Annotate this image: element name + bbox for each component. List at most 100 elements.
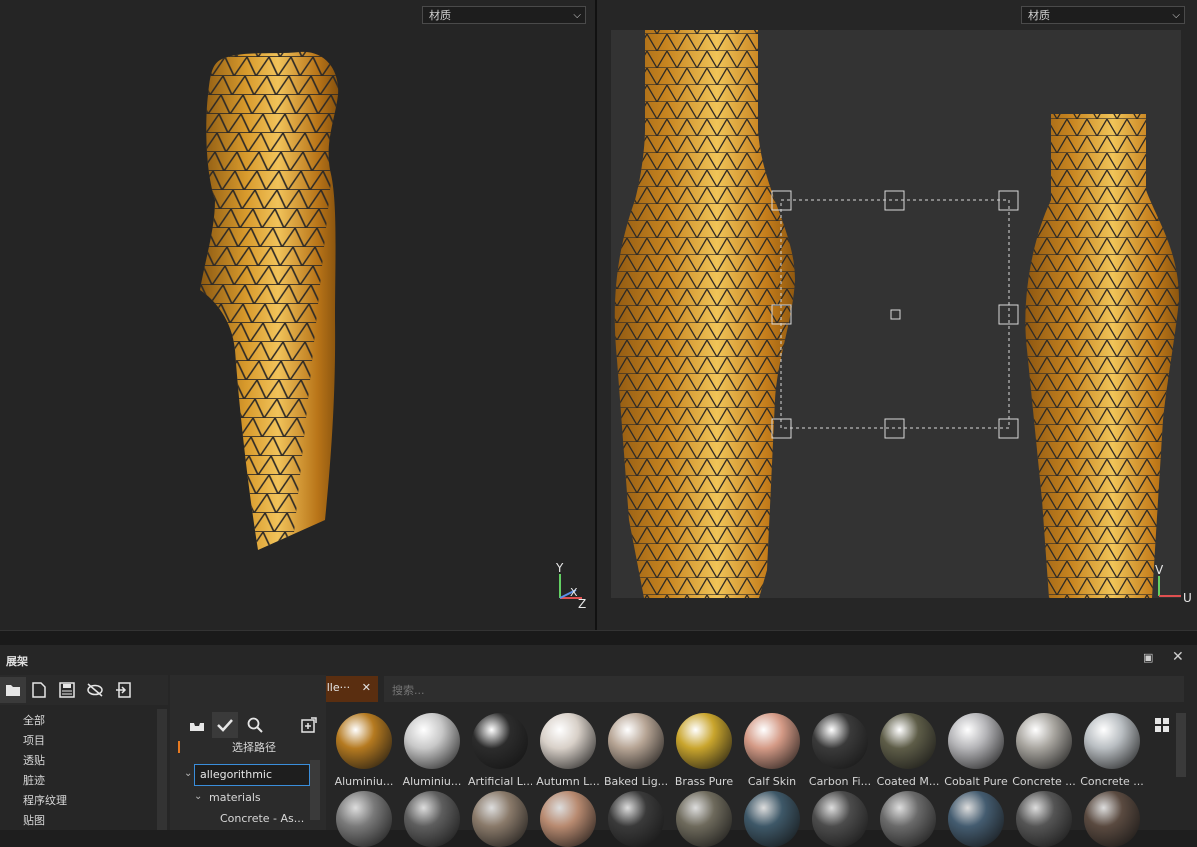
- add-path-icon[interactable]: [296, 712, 322, 738]
- material-item[interactable]: Baked Lig...: [604, 713, 668, 788]
- axis-z-label: Z: [578, 597, 586, 611]
- axis-u-label: U: [1183, 591, 1192, 605]
- material-thumbnail: [1084, 791, 1140, 847]
- material-thumbnail: [948, 791, 1004, 847]
- category-textures[interactable]: 贴图: [23, 812, 45, 828]
- material-thumbnail: [404, 791, 460, 847]
- material-thumbnail: [880, 791, 936, 847]
- material-item[interactable]: Carbon Fi...: [808, 713, 872, 788]
- viewport-3d[interactable]: 材质 ⌵ Y X Z: [0, 0, 595, 630]
- material-thumbnail: [336, 713, 392, 769]
- material-label: Cobalt Pure: [944, 775, 1008, 788]
- material-thumbnail: [1016, 791, 1072, 847]
- material-item[interactable]: [332, 791, 396, 847]
- material-item[interactable]: [672, 791, 736, 847]
- select-path-label: 选择路径: [232, 741, 276, 754]
- material-thumbnail: [1016, 713, 1072, 769]
- material-item[interactable]: [468, 791, 532, 847]
- material-item[interactable]: Brass Pure: [672, 713, 736, 788]
- search-bar[interactable]: [384, 676, 1184, 702]
- material-item[interactable]: Aluminiu...: [400, 713, 464, 788]
- uv-canvas[interactable]: V U: [597, 0, 1197, 630]
- import-icon[interactable]: [110, 677, 136, 703]
- material-item[interactable]: Coated M...: [876, 713, 940, 788]
- material-thumbnail: [608, 791, 664, 847]
- new-document-icon[interactable]: [26, 677, 52, 703]
- material-thumbnail: [676, 791, 732, 847]
- material-item[interactable]: [536, 791, 600, 847]
- panel-splitter[interactable]: [0, 630, 1197, 645]
- material-item[interactable]: Calf Skin: [740, 713, 804, 788]
- tree-root-rename-field[interactable]: allegorithmic: [194, 764, 310, 786]
- material-label: Artificial L...: [468, 775, 532, 788]
- material-thumbnail: [676, 713, 732, 769]
- dress-model-3d: Y X Z: [200, 51, 586, 611]
- material-item[interactable]: [604, 791, 668, 847]
- material-item[interactable]: [740, 791, 804, 847]
- close-panel-icon[interactable]: ✕: [1172, 649, 1184, 665]
- close-tab-icon[interactable]: ✕: [362, 676, 371, 700]
- material-label: Concrete ...: [1012, 775, 1076, 788]
- chevron-down-icon[interactable]: ⌄: [194, 791, 202, 802]
- material-item[interactable]: Concrete ...: [1080, 713, 1144, 788]
- material-item[interactable]: [944, 791, 1008, 847]
- inbox-icon[interactable]: [184, 712, 210, 738]
- tree-scrollbar[interactable]: [310, 760, 320, 820]
- material-thumbnail: [472, 791, 528, 847]
- material-thumbnail: [540, 791, 596, 847]
- category-alphas[interactable]: 透贴: [23, 752, 45, 768]
- material-thumbnail: [880, 713, 936, 769]
- material-item[interactable]: [1080, 791, 1144, 847]
- chevron-down-icon[interactable]: ⌄: [184, 768, 192, 779]
- axis-v-label: V: [1155, 563, 1164, 577]
- material-label: Carbon Fi...: [808, 775, 872, 788]
- grid-scrollbar[interactable]: [1176, 713, 1186, 777]
- material-thumbnail: [540, 713, 596, 769]
- material-item[interactable]: Concrete ...: [1012, 713, 1076, 788]
- viewport-2d[interactable]: 材质 ⌵ V U: [597, 0, 1197, 630]
- material-label: Concrete ...: [1080, 775, 1144, 788]
- material-thumbnail: [812, 713, 868, 769]
- category-project[interactable]: 项目: [23, 732, 45, 748]
- path-indicator: [178, 741, 180, 753]
- material-item[interactable]: [876, 791, 940, 847]
- search-input[interactable]: [390, 680, 1174, 700]
- folder-icon[interactable]: [0, 677, 26, 703]
- material-thumbnail: [1084, 713, 1140, 769]
- material-thumbnail: [472, 713, 528, 769]
- material-label: Coated M...: [876, 775, 940, 788]
- checkmark-icon[interactable]: [212, 712, 238, 738]
- shelf-title: 展架: [6, 655, 28, 668]
- material-label: Brass Pure: [674, 775, 734, 788]
- material-item[interactable]: [1012, 791, 1076, 847]
- axis-y-label: Y: [555, 561, 564, 575]
- material-item[interactable]: [808, 791, 872, 847]
- tree-item-concrete[interactable]: Concrete - As...: [220, 812, 304, 825]
- material-thumbnail: [948, 713, 1004, 769]
- float-panel-icon[interactable]: ▣: [1143, 651, 1153, 664]
- shelf-left-toolbar: [0, 675, 168, 705]
- material-thumbnail: [744, 713, 800, 769]
- material-item[interactable]: Autumn L...: [536, 713, 600, 788]
- material-item[interactable]: Aluminiu...: [332, 713, 396, 788]
- category-all[interactable]: 全部: [23, 712, 45, 728]
- material-label: Autumn L...: [536, 775, 600, 788]
- tree-item-materials[interactable]: materials: [209, 791, 261, 804]
- material-thumbnail: [744, 791, 800, 847]
- material-thumbnail: [336, 791, 392, 847]
- path-panel: 选择路径 ⌄ allegorithmic ⌄ materials Concret…: [170, 675, 326, 830]
- category-grunges[interactable]: 脏迹: [23, 772, 45, 788]
- search-icon[interactable]: [242, 712, 268, 738]
- save-icon[interactable]: [54, 677, 80, 703]
- material-item[interactable]: Artificial L...: [468, 713, 532, 788]
- grid-view-icon[interactable]: [1149, 712, 1175, 738]
- material-label: Aluminiu...: [402, 775, 462, 788]
- category-procedurals[interactable]: 程序纹理: [23, 792, 67, 808]
- category-scrollbar[interactable]: [157, 709, 167, 830]
- shelf-panel: 展架 ▣ ✕ 全部 项目 透贴 脏迹 程序纹理 贴图 alle··· ✕ 搜索.…: [0, 645, 1197, 847]
- material-item[interactable]: [400, 791, 464, 847]
- material-label: Aluminiu...: [334, 775, 394, 788]
- material-thumbnail: [608, 713, 664, 769]
- hide-eye-icon[interactable]: [82, 677, 108, 703]
- material-item[interactable]: Cobalt Pure: [944, 713, 1008, 788]
